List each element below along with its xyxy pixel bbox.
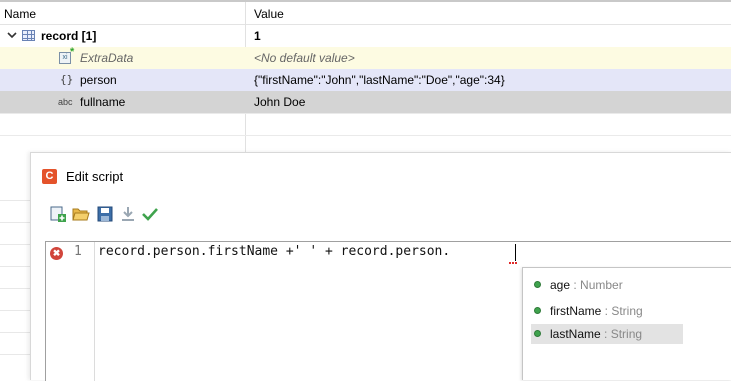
- member-name: firstName: [550, 304, 602, 318]
- row-divider: [0, 244, 30, 245]
- app-logo-icon: C: [42, 169, 57, 184]
- gutter-divider: [94, 242, 95, 381]
- code-line[interactable]: record.person.firstName +' ' + record.pe…: [98, 244, 450, 259]
- text-caret: [515, 244, 516, 261]
- table-row-extradata[interactable]: xi ExtraData <No default value>: [0, 47, 731, 70]
- member-type: : Number: [570, 278, 623, 292]
- save-icon[interactable]: [96, 205, 114, 223]
- completion-popup[interactable]: age : Number firstName : String lastName…: [522, 267, 731, 380]
- dialog-title: Edit script: [66, 169, 124, 184]
- string-type-icon: abc: [58, 97, 73, 107]
- line-number: 1: [74, 244, 82, 259]
- table-row-person[interactable]: {} person {"firstName":"John","lastName"…: [0, 69, 731, 92]
- table-row-fullname[interactable]: abc fullname John Doe: [0, 91, 731, 114]
- row-name: ExtraData: [80, 51, 134, 65]
- table-header: Name Value: [0, 2, 731, 25]
- braces-icon: {}: [60, 73, 74, 86]
- table-row-empty: [0, 113, 731, 136]
- row-divider: [0, 222, 30, 223]
- row-name: fullname: [80, 95, 126, 109]
- completion-item-firstname[interactable]: firstName : String: [531, 301, 681, 321]
- member-type: : String: [600, 327, 643, 341]
- row-name: person: [80, 73, 117, 87]
- check-icon[interactable]: [141, 205, 159, 223]
- member-name: age: [550, 278, 571, 292]
- column-header-value[interactable]: Value: [254, 7, 284, 21]
- error-icon[interactable]: ✖: [50, 247, 63, 260]
- row-divider: [0, 310, 30, 311]
- row-divider: [0, 266, 30, 267]
- row-value: 1: [254, 29, 261, 43]
- download-icon[interactable]: [119, 205, 137, 223]
- row-divider: [0, 200, 30, 201]
- row-value: John Doe: [254, 95, 306, 109]
- row-value: <No default value>: [254, 51, 355, 65]
- field-member-icon: [534, 330, 541, 337]
- new-script-icon[interactable]: [49, 205, 67, 223]
- field-member-icon: [534, 281, 541, 288]
- column-header-name[interactable]: Name: [4, 7, 36, 21]
- member-name: lastName: [550, 327, 601, 341]
- row-divider: [0, 354, 30, 355]
- completion-item-lastname[interactable]: lastName : String: [531, 324, 683, 344]
- field-member-icon: [534, 307, 541, 314]
- row-divider: [0, 288, 30, 289]
- extra-data-icon: xi: [59, 47, 74, 64]
- table-icon: [22, 30, 35, 41]
- chevron-down-icon[interactable]: [6, 29, 18, 41]
- completion-item-age[interactable]: age : Number: [531, 275, 681, 295]
- member-type: : String: [601, 304, 643, 318]
- row-divider: [0, 332, 30, 333]
- row-value: {"firstName":"John","lastName":"Doe","ag…: [254, 73, 505, 87]
- row-name: record [1]: [41, 29, 97, 43]
- table-row-record[interactable]: record [1] 1: [0, 25, 731, 48]
- open-folder-icon[interactable]: [72, 205, 90, 223]
